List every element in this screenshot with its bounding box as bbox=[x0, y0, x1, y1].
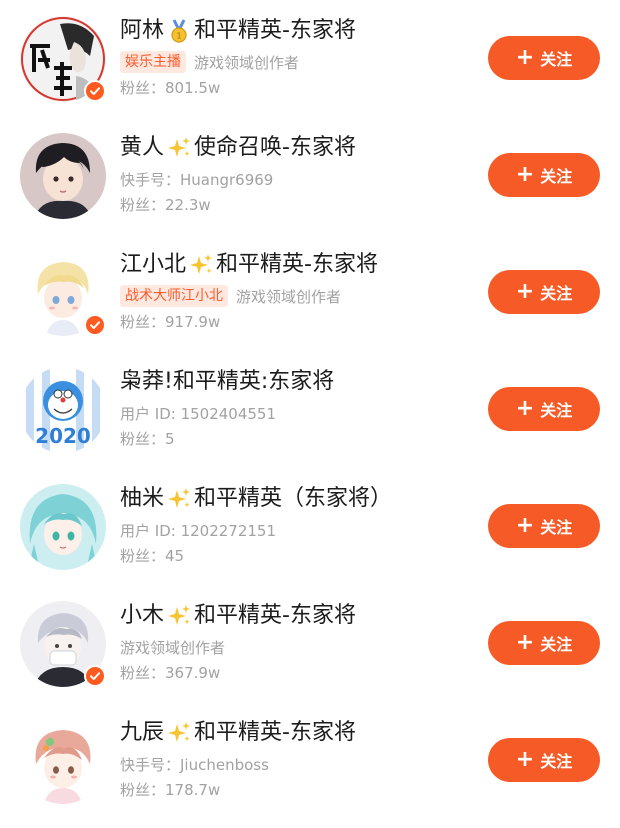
fans-count: 粉丝：5 bbox=[120, 430, 175, 448]
plus-icon: + bbox=[515, 45, 535, 70]
plus-icon: + bbox=[515, 630, 535, 655]
fans-count: 粉丝：917.9w bbox=[120, 313, 221, 331]
role-tag: 战术大师江小北 bbox=[120, 285, 228, 307]
fans-count: 粉丝：45 bbox=[120, 547, 185, 565]
sparkles-icon bbox=[166, 720, 192, 746]
avatar[interactable] bbox=[20, 484, 106, 570]
user-subtitle: 快手号：Jiuchenboss bbox=[120, 755, 269, 774]
plus-icon: + bbox=[515, 162, 535, 187]
svg-text:2020: 2020 bbox=[35, 424, 91, 448]
fans-count: 粉丝：22.3w bbox=[120, 196, 211, 214]
fans-count: 粉丝：801.5w bbox=[120, 79, 221, 97]
avatar[interactable] bbox=[20, 718, 106, 804]
user-name[interactable]: 九辰 和平精英-东家将 bbox=[120, 716, 480, 750]
medal-icon: 1 bbox=[166, 18, 192, 44]
svg-text:1: 1 bbox=[176, 32, 181, 41]
plus-icon: + bbox=[515, 513, 535, 538]
check-icon bbox=[90, 87, 100, 95]
user-row[interactable]: 九辰 和平精英-东家将 快手号：Jiuchenboss 粉丝：178.7w + … bbox=[0, 702, 620, 819]
follow-button[interactable]: + 关注 bbox=[488, 153, 600, 197]
user-subtitle: 游戏领域创作者 bbox=[194, 53, 300, 72]
follow-button[interactable]: + 关注 bbox=[488, 270, 600, 314]
user-subtitle: 快手号：Huangr6969 bbox=[120, 170, 274, 189]
user-subtitle: 游戏领域创作者 bbox=[120, 638, 226, 657]
user-name[interactable]: 黄人 使命召唤-东家将 bbox=[120, 131, 480, 165]
user-subtitle: 用户 ID: 1502404551 bbox=[120, 404, 276, 423]
user-row[interactable]: 江小北 和平精英-东家将 战术大师江小北 游戏领域创作者 粉丝：917.9w +… bbox=[0, 234, 620, 351]
check-icon bbox=[90, 672, 100, 680]
plus-icon: + bbox=[515, 279, 535, 304]
sparkles-icon bbox=[166, 603, 192, 629]
user-subtitle: 用户 ID: 1202272151 bbox=[120, 521, 276, 540]
check-icon bbox=[90, 321, 100, 329]
plus-icon: + bbox=[515, 396, 535, 421]
follow-button[interactable]: + 关注 bbox=[488, 621, 600, 665]
sparkles-icon bbox=[166, 135, 192, 161]
role-tag: 娱乐主播 bbox=[120, 51, 186, 73]
user-row[interactable]: 阿林 1 和平精英-东家将 娱乐主播 游戏领域创作者 粉丝：801.5w + 关… bbox=[0, 0, 620, 117]
verified-badge bbox=[84, 80, 106, 102]
user-name[interactable]: 小木 和平精英-东家将 bbox=[120, 599, 480, 633]
verified-badge bbox=[84, 314, 106, 336]
user-name[interactable]: 柚米 和平精英（东家将） bbox=[120, 482, 480, 516]
user-row[interactable]: 柚米 和平精英（东家将） 用户 ID: 1202272151 粉丝：45 + 关… bbox=[0, 468, 620, 585]
follow-button[interactable]: + 关注 bbox=[488, 36, 600, 80]
avatar[interactable]: 2020 bbox=[20, 367, 106, 453]
follow-button[interactable]: + 关注 bbox=[488, 504, 600, 548]
user-list: 阿林 1 和平精英-东家将 娱乐主播 游戏领域创作者 粉丝：801.5w + 关… bbox=[0, 0, 620, 828]
user-name[interactable]: 枭莽!和平精英:东家将 bbox=[120, 365, 480, 399]
user-name[interactable]: 江小北 和平精英-东家将 bbox=[120, 248, 480, 282]
follow-button[interactable]: + 关注 bbox=[488, 738, 600, 782]
user-row[interactable]: 2020 枭莽!和平精英:东家将 用户 ID: 1502404551 粉丝：5 … bbox=[0, 351, 620, 468]
plus-icon: + bbox=[515, 747, 535, 772]
fans-count: 粉丝：367.9w bbox=[120, 664, 221, 682]
sparkles-icon bbox=[188, 252, 214, 278]
user-name[interactable]: 阿林 1 和平精英-东家将 bbox=[120, 14, 480, 48]
avatar[interactable] bbox=[20, 133, 106, 219]
follow-button[interactable]: + 关注 bbox=[488, 387, 600, 431]
user-row[interactable]: 黄人 使命召唤-东家将 快手号：Huangr6969 粉丝：22.3w + 关注 bbox=[0, 117, 620, 234]
sparkles-icon bbox=[166, 486, 192, 512]
user-subtitle: 游戏领域创作者 bbox=[236, 287, 342, 306]
verified-badge bbox=[84, 665, 106, 687]
fans-count: 粉丝：178.7w bbox=[120, 781, 221, 799]
user-row[interactable]: 小木 和平精英-东家将 游戏领域创作者 粉丝：367.9w + 关注 bbox=[0, 585, 620, 702]
